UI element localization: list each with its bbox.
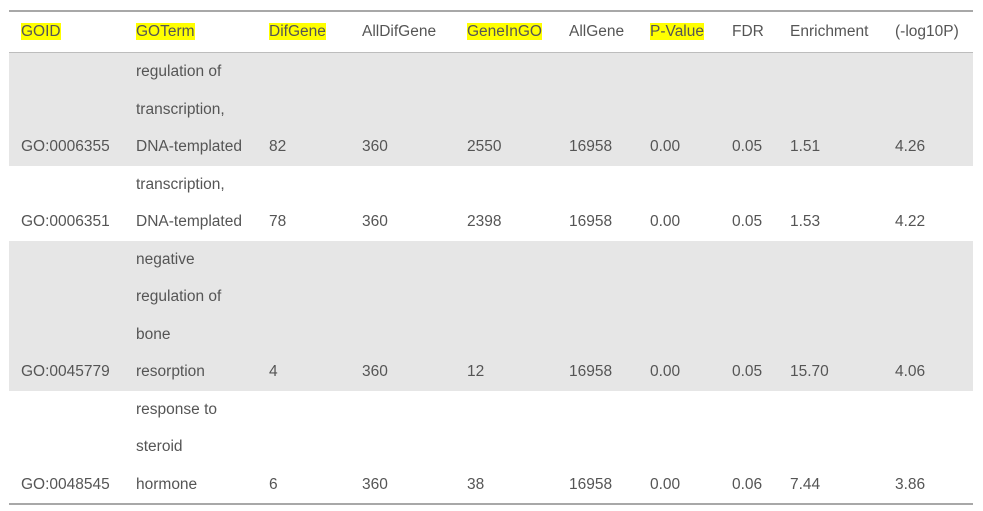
- cell-pvalue: 0.00: [650, 363, 681, 380]
- cell-difgene: 78: [269, 213, 287, 230]
- column-header-label: P-Value: [650, 23, 704, 40]
- cell-enrichment: 15.70: [790, 363, 829, 380]
- cell-pvalue: 0.00: [650, 475, 681, 493]
- column-header-goid: GOID: [9, 11, 124, 53]
- cell-difgene: 6: [269, 475, 278, 493]
- column-header-label: AllGene: [569, 23, 625, 40]
- column-header-label: GeneInGO: [467, 23, 542, 40]
- cell-goterm: regulation of transcription, DNA-templated: [124, 53, 257, 166]
- cell-allgene: 16958: [569, 138, 613, 155]
- cell-neglog10p: 4.06: [895, 363, 926, 380]
- goterm-line: transcription,: [136, 100, 225, 118]
- table-row: GO:0006355 regulation of transcription, DNA…: [9, 52, 973, 166]
- column-header-neglog10p: (-log10P): [883, 11, 973, 53]
- cell-goterm: negative regulation of bone resorption: [124, 241, 257, 391]
- column-header-difgene: DifGene: [257, 11, 350, 53]
- goterm-line: DNA-templated: [136, 213, 242, 230]
- goterm-line: regulation of: [136, 288, 222, 305]
- column-header-label: GOID: [21, 23, 61, 40]
- column-header-allgene: AllGene: [557, 11, 638, 53]
- cell-alldifgene: 360: [362, 213, 388, 230]
- goterm-line: resorption: [136, 363, 205, 380]
- cell-geneingo: 2398: [467, 213, 502, 230]
- cell-fdr: 0.05: [732, 363, 763, 380]
- cell-allgene: 16958: [569, 213, 613, 230]
- cell-goid: GO:0045779: [21, 363, 110, 380]
- column-header-goterm: GOTerm: [124, 11, 257, 53]
- go-enrichment-table: GOID GOTerm DifGene AllDifGene GeneInGO AllGe…: [9, 10, 973, 505]
- column-header-fdr: FDR: [720, 11, 778, 53]
- column-header-label: AllDifGene: [362, 23, 437, 40]
- cell-goid: GO:0048545: [21, 475, 110, 493]
- cell-fdr: 0.05: [732, 213, 763, 230]
- header-row: GOID GOTerm DifGene AllDifGene GeneInGO AllGe…: [9, 11, 973, 53]
- cell-goid: GO:0006355: [21, 138, 110, 155]
- goterm-line: DNA-templated: [136, 138, 242, 155]
- cell-fdr: 0.06: [732, 475, 763, 493]
- go-enrichment-table-container: GOID GOTerm DifGene AllDifGene GeneInGO AllGe…: [9, 10, 973, 505]
- goterm-line: negative: [136, 250, 195, 268]
- goterm-line: hormone: [136, 475, 198, 493]
- column-header-label: FDR: [732, 23, 764, 40]
- column-header-geneingo: GeneInGO: [455, 11, 557, 53]
- cell-goid: GO:0006351: [21, 213, 110, 230]
- cell-pvalue: 0.00: [650, 213, 681, 230]
- goterm-line: steroid: [136, 438, 183, 455]
- column-header-pvalue: P-Value: [638, 11, 720, 53]
- column-header-label: DifGene: [269, 23, 326, 40]
- table-header: GOID GOTerm DifGene AllDifGene GeneInGO AllGe…: [9, 11, 973, 53]
- cell-geneingo: 2550: [467, 138, 502, 155]
- goterm-line: response to: [136, 400, 217, 418]
- cell-allgene: 16958: [569, 475, 613, 493]
- cell-enrichment: 1.51: [790, 138, 821, 155]
- cell-alldifgene: 360: [362, 138, 388, 155]
- goterm-line: regulation of: [136, 63, 222, 80]
- cell-neglog10p: 3.86: [895, 475, 926, 493]
- column-header-enrichment: Enrichment: [778, 11, 883, 53]
- cell-enrichment: 1.53: [790, 213, 821, 230]
- column-header-label: (-log10P): [895, 23, 959, 40]
- column-header-alldifgene: AllDifGene: [350, 11, 455, 53]
- cell-alldifgene: 360: [362, 363, 388, 380]
- cell-goterm: transcription, DNA-templated: [124, 166, 257, 241]
- table-row: GO:0006351 transcription, DNA-templated 78 3…: [9, 166, 973, 241]
- cell-difgene: 4: [269, 363, 278, 380]
- cell-goterm: response to steroid hormone: [124, 391, 257, 505]
- cell-neglog10p: 4.26: [895, 138, 926, 155]
- table-body: GO:0006355 regulation of transcription, DNA…: [9, 52, 973, 505]
- table-row: GO:0048545 response to steroid hormone 6 360 3…: [9, 391, 973, 505]
- column-header-label: GOTerm: [136, 23, 195, 40]
- cell-geneingo: 12: [467, 363, 485, 380]
- cell-allgene: 16958: [569, 363, 613, 380]
- goterm-line: bone: [136, 325, 171, 343]
- cell-alldifgene: 360: [362, 475, 388, 493]
- cell-enrichment: 7.44: [790, 475, 821, 493]
- column-header-label: Enrichment: [790, 23, 869, 40]
- cell-fdr: 0.05: [732, 138, 763, 155]
- table-row: GO:0045779 negative regulation of bone resor…: [9, 240, 973, 391]
- cell-pvalue: 0.00: [650, 138, 681, 155]
- goterm-line: transcription,: [136, 175, 225, 193]
- cell-geneingo: 38: [467, 475, 485, 493]
- cell-difgene: 82: [269, 138, 287, 155]
- cell-neglog10p: 4.22: [895, 213, 926, 230]
